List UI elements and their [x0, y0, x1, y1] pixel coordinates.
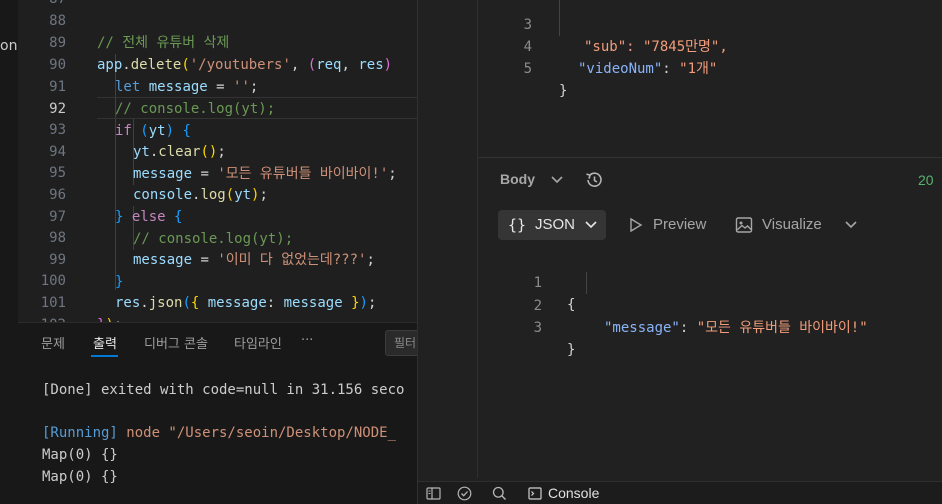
running-tag: [Running]: [42, 425, 118, 441]
console-button[interactable]: Console: [548, 485, 599, 501]
console-icon[interactable]: [528, 487, 542, 500]
response-json-line-3: 3 }: [518, 295, 938, 383]
code-line-94: message = '모든 유튜버들 바이바이!';: [18, 141, 417, 182]
chevron-down-icon[interactable]: [845, 221, 857, 229]
tab-problems[interactable]: 문제: [41, 333, 65, 352]
status-code: 20: [918, 172, 934, 188]
json-view-label: JSON: [535, 216, 576, 233]
braces-icon: {}: [508, 216, 527, 234]
line-number: 87: [18, 0, 66, 10]
code-line-97: // console.log(yt);: [18, 206, 417, 247]
line-number: 5: [523, 61, 532, 77]
search-icon[interactable]: [492, 486, 507, 501]
check-circle-icon[interactable]: [457, 486, 472, 501]
request-json-line-5: 5 }: [508, 36, 908, 124]
output-line: Map(0) {}: [42, 469, 118, 485]
more-tabs-button[interactable]: ···: [301, 333, 313, 348]
run-command: node "/Users/seoin/Desktop/NODE_: [117, 425, 397, 441]
section-divider: [478, 157, 942, 158]
output-line: Map(0) {}: [42, 447, 118, 463]
chevron-down-icon: [585, 221, 597, 229]
chevron-down-icon[interactable]: [551, 176, 563, 184]
sidebar-toggle-icon[interactable]: [426, 487, 441, 500]
output-filter-input[interactable]: 필터: [385, 330, 417, 356]
image-icon[interactable]: [735, 216, 753, 234]
json-brace: }: [559, 83, 568, 99]
output-line: [Running] node "/Users/seoin/Desktop/NOD…: [42, 425, 396, 441]
code-line-96: } else {: [18, 184, 417, 225]
json-view-button[interactable]: {} JSON: [498, 210, 606, 240]
tab-output[interactable]: 출력: [93, 333, 117, 352]
tab-timeline[interactable]: 타임라인: [234, 333, 282, 352]
preview-button[interactable]: Preview: [653, 216, 706, 233]
code-line-91: // console.log(yt);: [18, 76, 417, 117]
status-bar: Console: [418, 481, 942, 504]
history-icon[interactable]: [584, 170, 604, 190]
code-line-90: let message = '';: [18, 54, 417, 95]
code-line-89: app.delete('/youtubers', (req, res): [18, 32, 417, 73]
explorer-text-stub: on: [0, 38, 18, 54]
active-tab-indicator: [91, 355, 118, 357]
json-brace: }: [567, 342, 576, 358]
play-icon[interactable]: [629, 217, 643, 233]
code-editor[interactable]: 87888990919293949596979899100101102 // 전…: [18, 0, 417, 322]
visualize-button[interactable]: Visualize: [762, 216, 822, 233]
bottom-panel: 문제 출력 디버그 콘솔 타임라인 ··· 필터 [Done] exited w…: [18, 322, 417, 504]
code-line-95: console.log(yt);: [18, 162, 417, 203]
vscode-window: on 87888990919293949596979899100101102 /…: [0, 0, 417, 504]
response-body-label[interactable]: Body: [500, 171, 535, 187]
code-line-92: if (yt) {: [18, 98, 417, 139]
postman-sidebar: [418, 0, 478, 478]
line-number-row: 102: [18, 314, 417, 322]
code-line-93: yt.clear();: [18, 119, 417, 160]
code-line-101: });: [18, 292, 417, 322]
line-number-row: 87: [18, 0, 417, 10]
code-line-100: res.json({ message: message });: [18, 270, 417, 311]
tab-debug-console[interactable]: 디버그 콘솔: [144, 333, 208, 352]
explorer-strip: on: [0, 0, 18, 504]
postman-window: 3 "sub": "7845만명", 4 "videoNum": "1개" 5 …: [417, 0, 942, 504]
code-line-99: }: [18, 249, 417, 290]
output-line: [Done] exited with code=null in 31.156 s…: [42, 382, 405, 398]
code-line-88: // 전체 유튜버 삭제: [18, 10, 417, 51]
line-number: 3: [533, 320, 542, 336]
code-line-98: message = '이미 다 없었는데???';: [18, 227, 417, 268]
